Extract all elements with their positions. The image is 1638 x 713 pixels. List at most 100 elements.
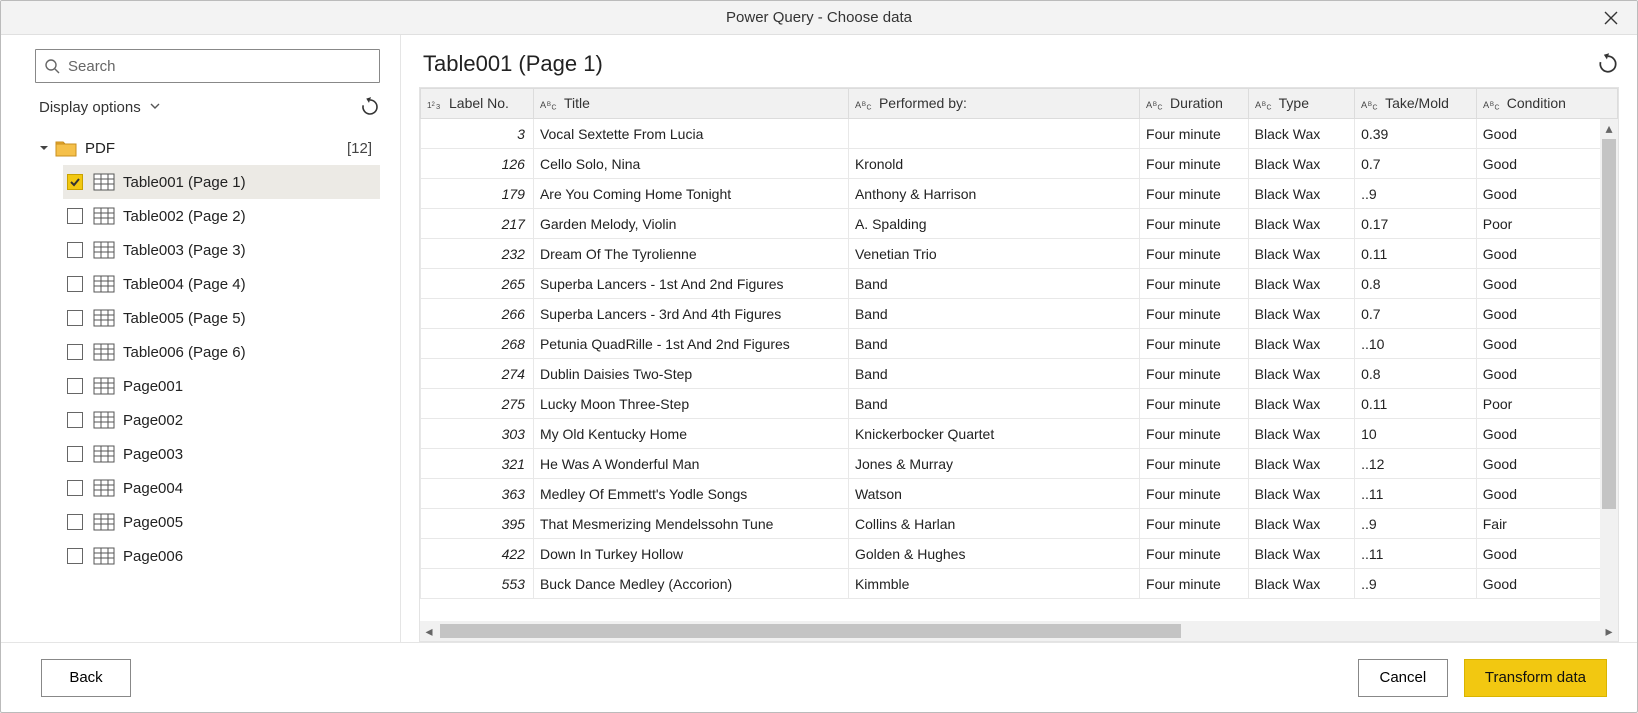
search-box[interactable]: [35, 49, 380, 83]
nav-item[interactable]: Page001: [63, 369, 380, 403]
checkbox[interactable]: [67, 276, 83, 292]
checkbox[interactable]: [67, 378, 83, 394]
table-cell: Four minute: [1140, 389, 1249, 419]
table-row[interactable]: 395That Mesmerizing Mendelssohn TuneColl…: [421, 509, 1618, 539]
scroll-left-arrow[interactable]: ◂: [420, 621, 438, 641]
nav-item[interactable]: Table002 (Page 2): [63, 199, 380, 233]
table-row[interactable]: 232Dream Of The TyrolienneVenetian TrioF…: [421, 239, 1618, 269]
vscroll-thumb[interactable]: [1602, 139, 1616, 509]
table-cell: Four minute: [1140, 179, 1249, 209]
column-header-label: Condition: [1507, 95, 1566, 111]
nav-item-label: Page006: [123, 548, 183, 565]
nav-item[interactable]: Page003: [63, 437, 380, 471]
table-row[interactable]: 363Medley Of Emmett's Yodle SongsWatsonF…: [421, 479, 1618, 509]
column-header[interactable]: ABCType: [1248, 89, 1354, 119]
table-cell: Good: [1476, 119, 1617, 149]
nav-item[interactable]: Page004: [63, 471, 380, 505]
close-button[interactable]: [1591, 1, 1631, 35]
table-row[interactable]: 265Superba Lancers - 1st And 2nd Figures…: [421, 269, 1618, 299]
header-row: 123Label No.ABCTitleABCPerformed by:ABCD…: [421, 89, 1618, 119]
table-row[interactable]: 266Superba Lancers - 3rd And 4th Figures…: [421, 299, 1618, 329]
checkbox[interactable]: [67, 208, 83, 224]
table-row[interactable]: 217Garden Melody, ViolinA. SpaldingFour …: [421, 209, 1618, 239]
table-cell: Four minute: [1140, 119, 1249, 149]
hscroll-thumb[interactable]: [440, 624, 1181, 638]
search-input[interactable]: [66, 57, 371, 76]
table-cell: 395: [421, 509, 534, 539]
nav-item[interactable]: Table006 (Page 6): [63, 335, 380, 369]
nav-item[interactable]: Table004 (Page 4): [63, 267, 380, 301]
table-row[interactable]: 422Down In Turkey HollowGolden & HughesF…: [421, 539, 1618, 569]
table-row[interactable]: 321He Was A Wonderful ManJones & MurrayF…: [421, 449, 1618, 479]
refresh-nav-button[interactable]: [360, 97, 380, 117]
number-type-icon: 123: [427, 98, 445, 112]
table-row[interactable]: 268Petunia QuadRille - 1st And 2nd Figur…: [421, 329, 1618, 359]
checkbox[interactable]: [67, 174, 83, 190]
checkbox[interactable]: [67, 242, 83, 258]
svg-text:B: B: [1153, 100, 1157, 107]
table-cell: Good: [1476, 299, 1617, 329]
table-cell: Good: [1476, 449, 1617, 479]
vertical-scrollbar[interactable]: ▴: [1600, 119, 1618, 621]
nav-item[interactable]: Table001 (Page 1): [63, 165, 380, 199]
checkbox[interactable]: [67, 548, 83, 564]
nav-item[interactable]: Table003 (Page 3): [63, 233, 380, 267]
table-icon: [93, 547, 115, 565]
svg-text:A: A: [1483, 100, 1490, 110]
table-cell: Good: [1476, 479, 1617, 509]
table-row[interactable]: 3Vocal Sextette From LuciaFour minuteBla…: [421, 119, 1618, 149]
table-cell: ..9: [1355, 509, 1477, 539]
nav-item[interactable]: Table005 (Page 5): [63, 301, 380, 335]
back-button[interactable]: Back: [41, 659, 131, 697]
table-row[interactable]: 179Are You Coming Home TonightAnthony & …: [421, 179, 1618, 209]
refresh-preview-button[interactable]: [1597, 53, 1619, 75]
svg-text:C: C: [866, 104, 871, 111]
nav-item-label: Table004 (Page 4): [123, 276, 246, 293]
column-header[interactable]: ABCCondition: [1476, 89, 1617, 119]
table-row[interactable]: 274Dublin Daisies Two-StepBandFour minut…: [421, 359, 1618, 389]
scroll-up-arrow[interactable]: ▴: [1600, 119, 1618, 137]
table-row[interactable]: 126Cello Solo, NinaKronoldFour minuteBla…: [421, 149, 1618, 179]
nav-item-label: Table001 (Page 1): [123, 174, 246, 191]
column-header-label: Title: [564, 95, 590, 111]
svg-text:C: C: [1373, 104, 1378, 111]
table-cell: Band: [848, 389, 1139, 419]
svg-text:C: C: [1266, 104, 1271, 111]
column-header[interactable]: ABCTake/Mold: [1355, 89, 1477, 119]
table-row[interactable]: 553Buck Dance Medley (Accorion)KimmbleFo…: [421, 569, 1618, 599]
table-cell: Good: [1476, 539, 1617, 569]
table-cell: Four minute: [1140, 479, 1249, 509]
column-header[interactable]: ABCDuration: [1140, 89, 1249, 119]
checkbox[interactable]: [67, 412, 83, 428]
horizontal-scrollbar[interactable]: ◂ ▸: [420, 621, 1618, 641]
table-row[interactable]: 303My Old Kentucky HomeKnickerbocker Qua…: [421, 419, 1618, 449]
nav-item[interactable]: Page005: [63, 505, 380, 539]
display-options-dropdown[interactable]: Display options: [39, 99, 161, 116]
table-cell: Black Wax: [1248, 509, 1354, 539]
checkbox[interactable]: [67, 310, 83, 326]
table-icon: [93, 241, 115, 259]
table-row[interactable]: 275Lucky Moon Three-StepBandFour minuteB…: [421, 389, 1618, 419]
data-grid: 123Label No.ABCTitleABCPerformed by:ABCD…: [419, 87, 1619, 642]
checkbox[interactable]: [67, 446, 83, 462]
table-cell: Black Wax: [1248, 269, 1354, 299]
scroll-right-arrow[interactable]: ▸: [1600, 621, 1618, 641]
column-header[interactable]: ABCPerformed by:: [848, 89, 1139, 119]
checkbox[interactable]: [67, 514, 83, 530]
column-header-label: Type: [1279, 95, 1309, 111]
tree-root-pdf[interactable]: PDF [12]: [35, 131, 380, 165]
nav-item[interactable]: Page006: [63, 539, 380, 573]
nav-item[interactable]: Page002: [63, 403, 380, 437]
table-cell: 265: [421, 269, 534, 299]
table-cell: Poor: [1476, 389, 1617, 419]
column-header[interactable]: ABCTitle: [533, 89, 848, 119]
checkbox[interactable]: [67, 480, 83, 496]
transform-data-button[interactable]: Transform data: [1464, 659, 1607, 697]
cancel-button[interactable]: Cancel: [1358, 659, 1448, 697]
table-cell: Cello Solo, Nina: [533, 149, 848, 179]
column-header[interactable]: 123Label No.: [421, 89, 534, 119]
dialog-body: Display options PDF [12]: [1, 35, 1637, 642]
table-cell: Knickerbocker Quartet: [848, 419, 1139, 449]
checkbox[interactable]: [67, 344, 83, 360]
svg-text:B: B: [1262, 100, 1266, 107]
